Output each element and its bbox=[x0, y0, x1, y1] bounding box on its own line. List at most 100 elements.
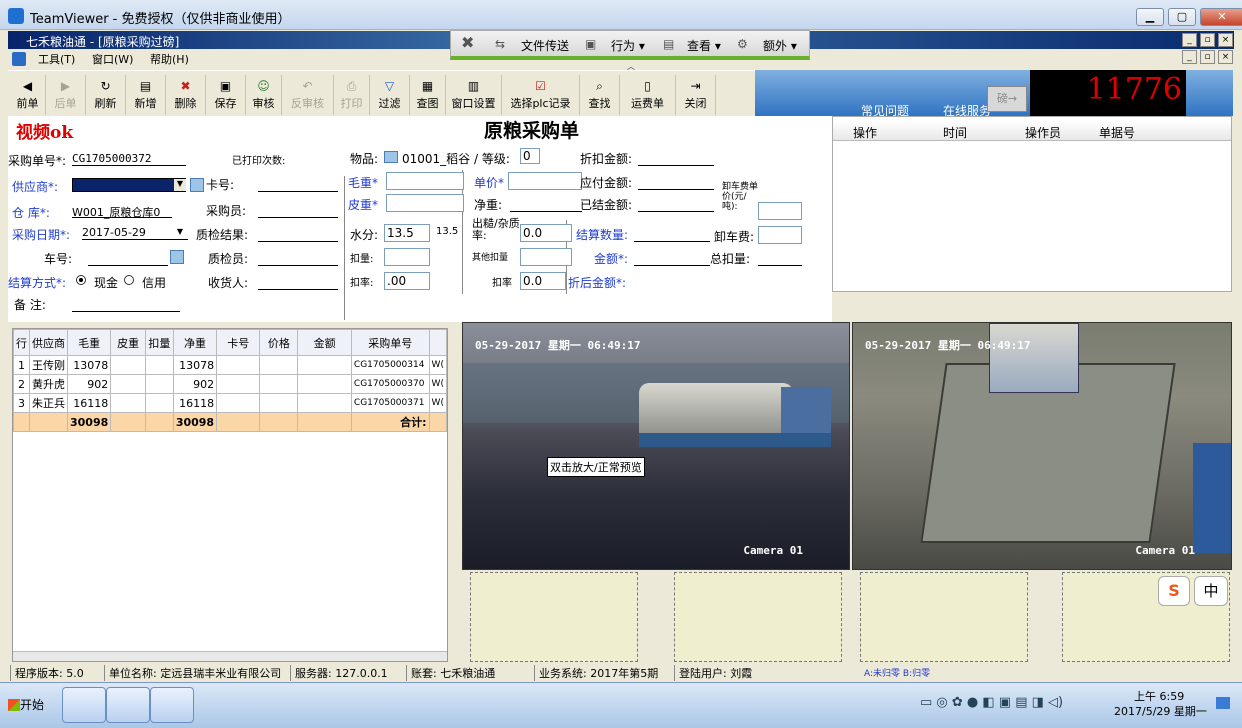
plate-lookup-icon[interactable] bbox=[170, 250, 184, 264]
col-row[interactable]: 行 bbox=[13, 329, 30, 356]
toolbar-delete-button[interactable]: ✖ 删除 bbox=[166, 75, 206, 115]
ime-mode-button[interactable]: 中 bbox=[1194, 576, 1228, 606]
child-restore-button[interactable]: ▫ bbox=[1200, 50, 1215, 64]
ime-logo-icon[interactable]: S bbox=[1158, 576, 1190, 606]
col-extra[interactable] bbox=[428, 329, 448, 356]
video-slot-5[interactable] bbox=[860, 572, 1028, 662]
log-col-operator[interactable]: 操作员 bbox=[1025, 124, 1061, 141]
receiver-field[interactable] bbox=[258, 276, 338, 290]
credit-radio[interactable] bbox=[124, 275, 134, 285]
unit-price-field[interactable] bbox=[508, 172, 582, 190]
plate-field[interactable] bbox=[88, 252, 168, 266]
horizontal-scrollbar[interactable] bbox=[13, 651, 447, 661]
maximize-button[interactable]: ▢ bbox=[1168, 8, 1196, 26]
moisture-field[interactable]: 13.5 bbox=[384, 224, 430, 242]
child-close-button[interactable]: × bbox=[1218, 50, 1233, 64]
tv-close-session-icon[interactable]: ✖ bbox=[461, 33, 474, 52]
card-no-field[interactable] bbox=[258, 178, 338, 192]
toolbar-new-button[interactable]: ▤ 新增 bbox=[126, 75, 166, 115]
toolbar-prev-button[interactable]: ◀ 前单 bbox=[10, 75, 46, 115]
taskbar-app2-icon[interactable] bbox=[150, 687, 194, 723]
supplier-select[interactable] bbox=[72, 178, 186, 192]
col-deduct[interactable]: 扣量 bbox=[144, 329, 174, 356]
child-minimize-button[interactable]: _ bbox=[1182, 50, 1197, 64]
item-lookup-icon[interactable] bbox=[384, 151, 398, 163]
tray-icons[interactable]: ▭ ◎ ✿ ● ◧ ▣ ▤ ◨ ◁) bbox=[920, 695, 1090, 713]
toolbar-next-button[interactable]: ▶ 后单 bbox=[46, 75, 86, 115]
tv-action-menu[interactable]: 行为 ▾ bbox=[611, 37, 645, 54]
qc-result-field[interactable] bbox=[258, 228, 338, 242]
supplier-lookup-icon[interactable] bbox=[190, 178, 204, 192]
item-field[interactable]: 01001_稻谷 bbox=[402, 150, 470, 167]
tare-weight-field[interactable] bbox=[386, 194, 464, 212]
col-gross[interactable]: 毛重 bbox=[66, 329, 112, 356]
weigh-button[interactable]: 磅→ bbox=[987, 86, 1027, 112]
payable-field[interactable] bbox=[638, 176, 714, 190]
menu-help[interactable]: 帮助(H) bbox=[150, 51, 189, 67]
amount-field[interactable] bbox=[634, 252, 710, 266]
net-weight-field[interactable] bbox=[510, 198, 582, 212]
mdi-restore-button[interactable]: ▫ bbox=[1200, 33, 1215, 47]
toolbar-close-button[interactable]: ⇥ 关闭 bbox=[676, 75, 716, 115]
toolbar-window-settings-button[interactable]: ▥ 窗口设置 bbox=[446, 75, 502, 115]
settled-field[interactable] bbox=[638, 198, 714, 212]
toolbar-approve-button[interactable]: ☺ 审核 bbox=[246, 75, 282, 115]
col-amount[interactable]: 金额 bbox=[297, 329, 352, 356]
toolbar-refresh-button[interactable]: ↻ 刷新 bbox=[86, 75, 126, 115]
tv-extra-menu[interactable]: 额外 ▾ bbox=[763, 37, 797, 54]
buyer-field[interactable] bbox=[258, 204, 338, 218]
chevron-down-icon[interactable]: ▼ bbox=[174, 179, 186, 191]
grade-field[interactable]: 0 bbox=[520, 148, 540, 164]
camera-1-view[interactable]: 05-29-2017 星期一 06:49:17 双击放大/正常预览 Camera… bbox=[462, 322, 850, 570]
toolbar-find-button[interactable]: ⌕ 查找 bbox=[580, 75, 620, 115]
toolbar-print-button[interactable]: ⎙ 打印 bbox=[334, 75, 370, 115]
col-order-no[interactable]: 采购单号 bbox=[350, 329, 430, 356]
toolbar-freight-button[interactable]: ▯ 运费单 bbox=[620, 75, 676, 115]
discount-field[interactable] bbox=[638, 152, 714, 166]
table-row[interactable]: 1 王传刚 13078 13078 CG1705000314 W( bbox=[13, 355, 448, 375]
deduct-field[interactable] bbox=[384, 248, 430, 266]
rate2-field[interactable]: 0.0 bbox=[520, 272, 566, 290]
total-deduct-field[interactable] bbox=[758, 252, 802, 266]
col-card[interactable]: 卡号 bbox=[216, 329, 261, 356]
table-row[interactable]: 2 黄升虎 902 902 CG1705000370 W( bbox=[13, 374, 448, 394]
mdi-minimize-button[interactable]: _ bbox=[1182, 33, 1197, 47]
other-deduct-field[interactable] bbox=[520, 248, 572, 266]
show-desktop-icon[interactable] bbox=[1216, 697, 1230, 709]
video-slot-3[interactable] bbox=[470, 572, 638, 662]
taskbar-app-icon[interactable] bbox=[62, 687, 106, 723]
unload-price-field[interactable] bbox=[758, 202, 802, 220]
col-net[interactable]: 净重 bbox=[172, 329, 218, 356]
settle-qty-field[interactable] bbox=[634, 228, 710, 242]
calendar-dropdown-icon[interactable]: ▼ bbox=[174, 227, 186, 239]
impurity-field[interactable]: 0.0 bbox=[520, 224, 572, 242]
gross-weight-field[interactable] bbox=[386, 172, 464, 190]
tv-view-menu[interactable]: 查看 ▾ bbox=[687, 37, 721, 54]
camera-2-view[interactable]: 05-29-2017 星期一 06:49:17 Camera 01 bbox=[852, 322, 1232, 570]
toolbar-filter-button[interactable]: ▽ 过滤 bbox=[370, 75, 410, 115]
taskbar-teamviewer-icon[interactable] bbox=[106, 687, 150, 723]
cash-radio[interactable] bbox=[76, 275, 86, 285]
close-button[interactable]: ✕ bbox=[1200, 8, 1242, 26]
mdi-close-button[interactable]: × bbox=[1218, 33, 1233, 47]
col-supplier[interactable]: 供应商 bbox=[29, 329, 68, 356]
menu-tools[interactable]: 工具(T) bbox=[38, 51, 75, 67]
toolbar-unapprove-button[interactable]: ↶ 反审核 bbox=[282, 75, 334, 115]
date-field[interactable]: 2017-05-29 bbox=[82, 226, 188, 240]
log-col-operation[interactable]: 操作 bbox=[853, 124, 877, 141]
warehouse-field[interactable]: W001_原粮仓库0 bbox=[72, 204, 172, 219]
video-slot-4[interactable] bbox=[674, 572, 842, 662]
toolbar-plc-button[interactable]: ☑ 选择plc记录 bbox=[502, 75, 580, 115]
unload-fee-field[interactable] bbox=[758, 226, 802, 244]
tv-file-transfer[interactable]: 文件传送 bbox=[521, 37, 569, 54]
menu-window[interactable]: 窗口(W) bbox=[92, 51, 133, 67]
log-col-time[interactable]: 时间 bbox=[943, 124, 967, 141]
log-col-doc-no[interactable]: 单据号 bbox=[1099, 124, 1135, 141]
toolbar-image-button[interactable]: ▦ 查图 bbox=[410, 75, 446, 115]
inspector-field[interactable] bbox=[258, 252, 338, 266]
chevron-up-icon[interactable]: ︿ bbox=[621, 61, 641, 71]
toolbar-save-button[interactable]: ▣ 保存 bbox=[206, 75, 246, 115]
table-row[interactable]: 3 朱正兵 16118 16118 CG1705000371 W( bbox=[13, 393, 448, 413]
col-price[interactable]: 价格 bbox=[259, 329, 299, 356]
col-tare[interactable]: 皮重 bbox=[110, 329, 146, 356]
